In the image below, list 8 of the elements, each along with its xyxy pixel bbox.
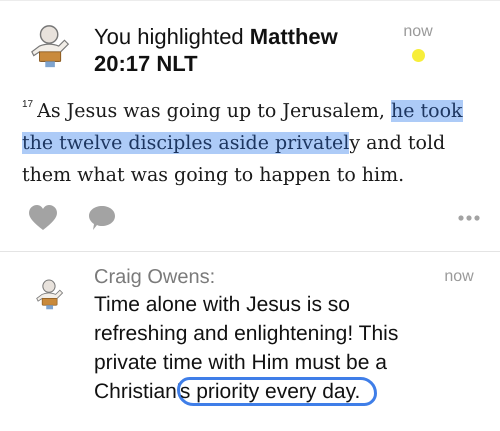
timestamp: now [444, 268, 474, 286]
heart-icon[interactable] [28, 205, 58, 231]
activity-title: You highlighted Matthew 20:17 NLT [94, 23, 339, 77]
timestamp: now [403, 23, 433, 41]
more-icon[interactable] [458, 215, 480, 221]
author-name: Craig Owens: [94, 265, 216, 290]
comment-icon[interactable] [88, 205, 116, 231]
verse-text: $^{17}$ As Jesus was going up to Jerusalem, he took the twelve disciples aside privately and told them what was going to happen to him. [22, 98, 464, 188]
